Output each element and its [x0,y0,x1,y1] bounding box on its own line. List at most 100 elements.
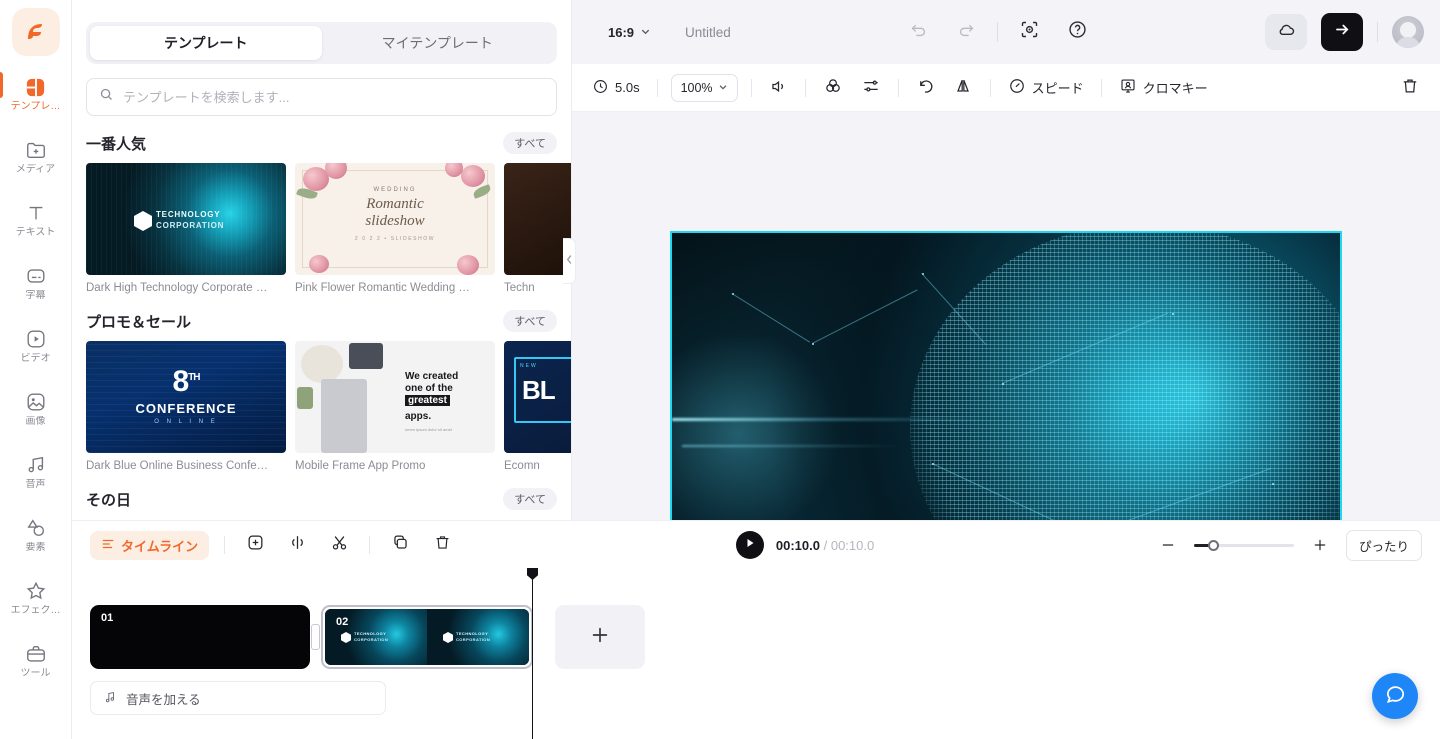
sidebar-item-video[interactable]: ビデオ [0,318,72,374]
panel-collapse-handle[interactable] [563,238,576,284]
see-all-button[interactable]: すべて [503,132,557,154]
template-card[interactable]: TECHNOLOGY CORPORATION Dark High Technol… [86,163,286,294]
speedometer-icon [1008,77,1026,98]
see-all-button[interactable]: すべて [503,310,557,332]
thumb-line2: Romantic [366,196,424,212]
cloud-save-button[interactable] [1265,14,1307,50]
template-search[interactable] [86,78,557,116]
text-icon [25,201,47,225]
timeline-clip-selected[interactable]: 02 TECHNOLOGY CORPORATION TECHNOLOGY COR… [321,605,533,669]
fit-button[interactable]: ぴったり [1346,529,1423,561]
redo-icon [957,20,976,44]
volume-button[interactable] [765,73,792,103]
cut-icon [330,533,349,557]
thumb-line2: NEW [520,363,538,369]
sidebar-item-text[interactable]: テキスト [0,192,72,248]
template-card[interactable]: Techn [504,163,571,294]
template-caption: Techn [504,282,535,294]
sidebar-item-tools[interactable]: ツール [0,633,72,689]
time-display: 00:10.0 / 00:10.0 [776,538,874,553]
duration-value: 5.0s [615,80,640,95]
add-clip-button[interactable] [555,605,645,669]
chroma-key-icon [1119,77,1137,98]
timeline-split-button[interactable] [282,530,312,560]
template-caption: Mobile Frame App Promo [295,460,426,472]
sidebar-item-audio[interactable]: 音声 [0,444,72,500]
undo-icon [909,20,928,44]
template-card[interactable]: We created one of the greatest apps. lore… [295,341,495,472]
section-title: プロモ＆セール [86,313,192,331]
speed-button[interactable]: スピード [1004,73,1088,102]
zoom-out-button[interactable] [1153,530,1183,560]
timeline-panel: タイムライン 00:10.0 / 00:10.0 ぴったり 01 02 TECH… [72,520,1440,739]
divider [1100,78,1102,97]
timeline-add-button[interactable] [240,530,270,560]
rotate-button[interactable] [912,73,939,103]
sidebar-item-subtitle[interactable]: 字幕 [0,255,72,311]
app-logo[interactable] [11,8,60,56]
template-thumbnail: NEW BL [504,341,571,453]
clip-toolbar: 5.0s 100% スピード クロマキー [572,64,1440,112]
chroma-key-button[interactable]: クロマキー [1115,73,1212,102]
divider [989,78,991,97]
add-audio-button[interactable]: 音声を加える [90,681,386,715]
timeline-cut-button[interactable] [324,530,354,560]
timeline-duplicate-button[interactable] [385,530,415,560]
split-icon [288,533,307,557]
chat-support-button[interactable] [1372,673,1418,719]
sidebar-item-image[interactable]: 画像 [0,381,72,437]
redo-button[interactable] [949,15,983,49]
template-card[interactable]: NEW BL Ecomn [504,341,571,472]
template-card[interactable]: WEDDING Romantic slideshow 2 0 2 2 • SLI… [295,163,495,294]
aspect-ratio-value: 16:9 [608,24,635,40]
chevron-down-icon [718,81,728,95]
logo-f-icon [27,24,42,39]
help-button[interactable] [1060,15,1094,49]
search-input[interactable] [123,89,544,105]
color-button[interactable] [819,72,847,103]
thumb-line1: TECHNOLOGY [156,210,221,219]
clip-trim-handle[interactable] [311,624,320,650]
sidebar-item-template[interactable]: テンプレ… [0,66,72,122]
zoom-in-button[interactable] [1305,530,1335,560]
sliders-icon [861,76,881,99]
sidebar-item-media[interactable]: メディア [0,129,72,185]
timeline-delete-button[interactable] [427,530,457,560]
timeline-clip[interactable]: 01 [90,605,310,669]
avatar[interactable] [1392,16,1424,48]
sidebar-label: 要素 [25,542,46,553]
export-button[interactable] [1321,13,1363,51]
timeline-icon [101,537,115,554]
duration-control[interactable]: 5.0s [588,74,644,102]
timeline-zoom-slider[interactable] [1194,539,1294,551]
see-all-button[interactable]: すべて [503,488,557,510]
playback-controls: 00:10.0 / 00:10.0 [735,531,874,559]
delete-clip-button[interactable] [1396,72,1424,103]
tab-my-templates[interactable]: マイテンプレート [322,26,554,60]
slider-knob[interactable] [1208,539,1219,551]
section-title: 一番人気 [86,135,147,153]
timeline-playhead[interactable] [527,568,538,739]
clip-frame: 02 TECHNOLOGY CORPORATION [325,609,427,665]
tab-templates[interactable]: テンプレート [90,26,322,60]
scale-value: 100% [680,80,713,95]
playhead-handle[interactable] [527,568,538,580]
timeline-button[interactable]: タイムライン [90,530,210,560]
undo-button[interactable] [901,15,935,49]
adjust-button[interactable] [857,72,885,103]
document-title[interactable]: Untitled [685,25,731,40]
aspect-ratio-selector[interactable]: 16:9 [608,25,651,40]
sidebar-item-effects[interactable]: エフェク… [0,570,72,626]
divider [897,78,899,97]
search-icon [99,87,114,107]
sidebar-item-elements[interactable]: 要素 [0,507,72,563]
focus-button[interactable] [1012,15,1046,49]
template-card[interactable]: 8TH CONFERENCE O N L I N E Dark Blue Onl… [86,341,286,472]
play-button[interactable] [735,531,764,559]
section-header-daily: その日 すべて [86,488,557,510]
flip-button[interactable] [949,72,977,103]
thumb-line2: CONFERENCE [135,401,237,416]
focus-target-icon [1019,19,1040,45]
scale-selector[interactable]: 100% [670,73,738,102]
divider [750,78,752,97]
